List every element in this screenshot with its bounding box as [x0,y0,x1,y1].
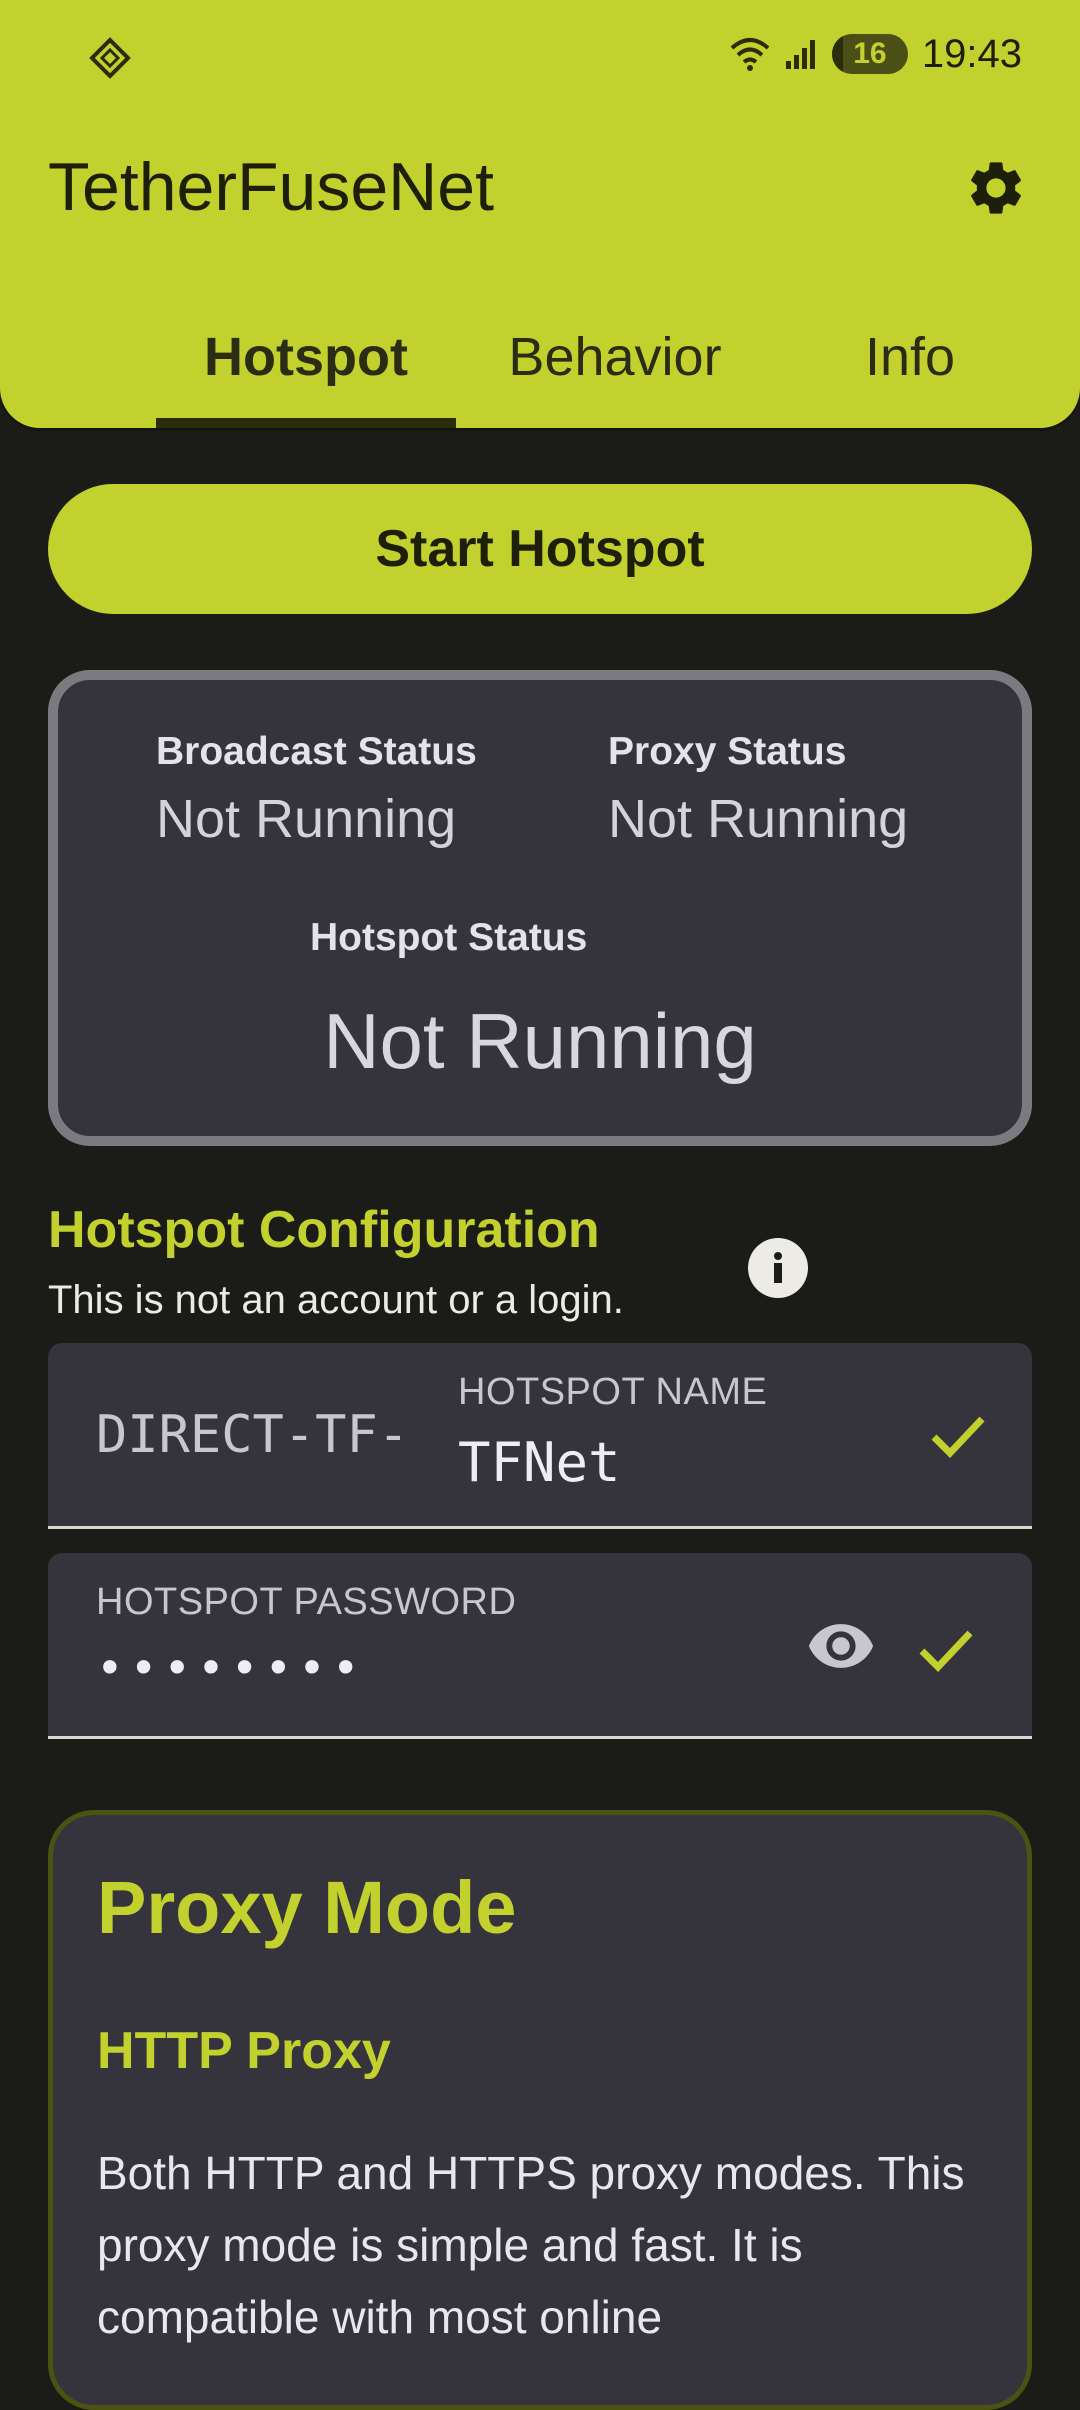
active-tab-indicator [156,418,456,428]
start-hotspot-button[interactable]: Start Hotspot [48,484,1032,614]
app-bar: 16 19:43 TetherFuseNet Hotspot Behavior … [0,0,1080,428]
signal-icon [785,40,815,69]
battery-level: 16 [853,37,887,70]
info-icon[interactable] [748,1238,808,1298]
tab-hotspot[interactable]: Hotspot [156,326,456,388]
gear-icon[interactable] [964,156,1028,220]
proxy-status-label: Proxy Status [608,730,847,773]
hotspot-password-field[interactable]: HOTSPOT PASSWORD •••••••• [48,1553,1032,1739]
status-card: Broadcast Status Not Running Proxy Statu… [48,670,1032,1146]
proxy-mode-title: Proxy Mode [97,1866,517,1949]
show-password-eye-icon[interactable] [806,1611,876,1681]
tab-info[interactable]: Info [800,326,1020,388]
config-section-title: Hotspot Configuration [48,1201,600,1259]
confirm-password-check-icon[interactable] [916,1619,976,1679]
hotspot-name-label: HOTSPOT NAME [458,1371,768,1413]
wifi-icon [730,38,770,71]
hotspot-password-label: HOTSPOT PASSWORD [96,1581,517,1623]
hotspot-name-prefix: DIRECT-TF- [96,1405,410,1465]
hotspot-password-input[interactable]: •••••••• [96,1641,366,1695]
proxy-mode-description: Both HTTP and HTTPS proxy modes. This pr… [97,2147,965,2343]
proxy-status-value: Not Running [608,789,909,849]
broadcast-status-label: Broadcast Status [156,730,477,773]
app-notification-icon [89,37,131,79]
config-section-subtitle: This is not an account or a login. [48,1278,624,1322]
status-bar-right: 16 19:43 [730,28,1022,80]
hotspot-name-input[interactable]: TFNet [458,1431,621,1494]
hotspot-status-label: Hotspot Status [310,916,588,959]
hotspot-status-value: Not Running [323,997,757,1085]
tab-behavior[interactable]: Behavior [470,326,760,388]
tab-bar: Hotspot Behavior Info [0,316,1080,428]
clock: 19:43 [921,31,1022,76]
app-title: TetherFuseNet [48,149,494,225]
broadcast-status-value: Not Running [156,789,457,849]
battery-indicator: 16 [831,34,908,74]
hotspot-name-field[interactable]: DIRECT-TF- HOTSPOT NAME TFNet [48,1343,1032,1529]
confirm-name-check-icon[interactable] [928,1405,988,1465]
proxy-mode-card[interactable]: Proxy Mode HTTP Proxy Both HTTP and HTTP… [48,1810,1032,2410]
proxy-mode-name: HTTP Proxy [97,2022,391,2080]
